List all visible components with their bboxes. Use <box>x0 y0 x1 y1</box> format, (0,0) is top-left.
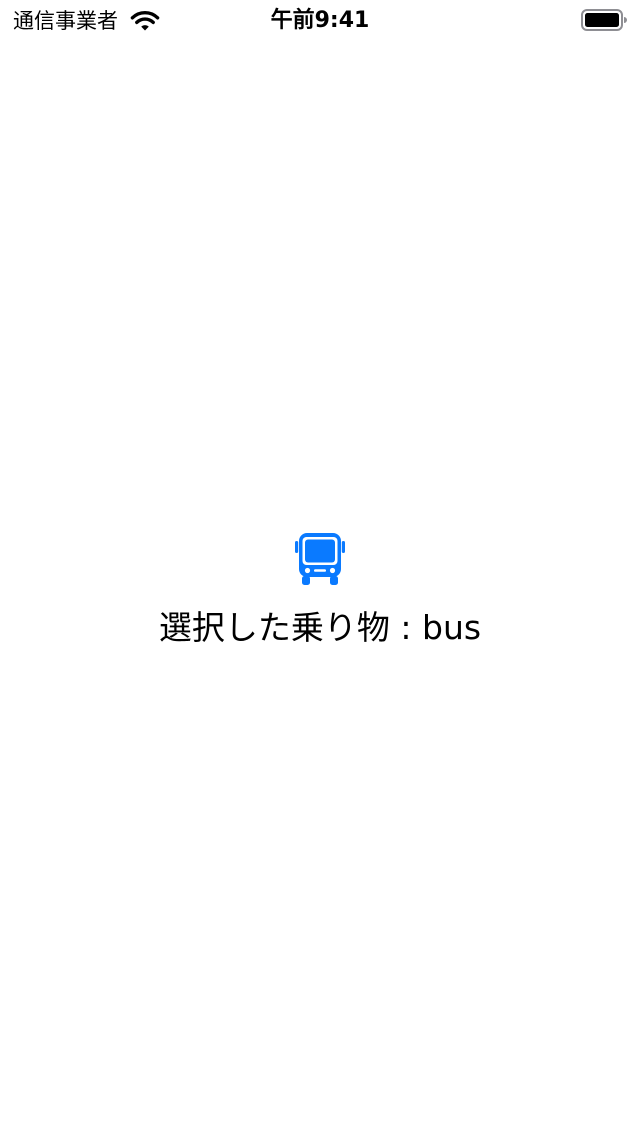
selected-vehicle-label: 選択した乗り物 : bus <box>158 608 482 647</box>
status-bar: 通信事業者 午前9:41 <box>0 0 640 40</box>
main-content: 選択した乗り物 : bus <box>0 532 640 650</box>
battery-full-icon <box>581 9 627 31</box>
bus-icon <box>295 533 345 585</box>
status-time: 午前9:41 <box>270 8 370 33</box>
